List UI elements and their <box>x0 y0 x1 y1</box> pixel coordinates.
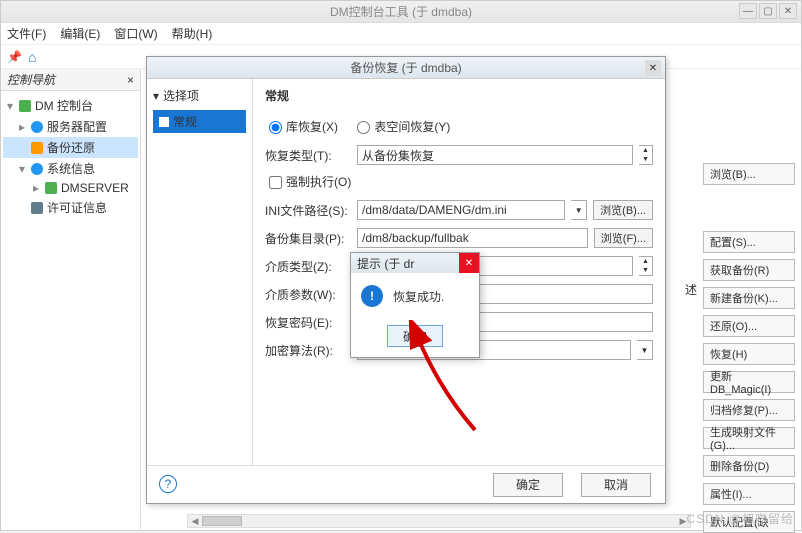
nav-panel: 控制导航 × ▾DM 控制台 ▸服务器配置 备份还原 ▾系统信息 ▸DMSERV… <box>1 69 141 530</box>
get-backup-button[interactable]: 获取备份(R) <box>703 259 795 281</box>
force-exec-checkbox[interactable]: 强制执行(O) <box>269 175 351 189</box>
window-controls: — ▢ ✕ <box>739 3 797 19</box>
crypto-dropdown-icon[interactable]: ▼ <box>637 340 653 360</box>
recover-button[interactable]: 恢复(H) <box>703 343 795 365</box>
message-dialog: 提示 (于 dr ✕ ! 恢复成功. 确定 <box>350 252 480 358</box>
dialog-close-icon[interactable]: ✕ <box>645 60 661 76</box>
ini-path-field[interactable] <box>357 200 565 220</box>
minimize-button[interactable]: — <box>739 3 757 19</box>
tree-server-config[interactable]: ▸服务器配置 <box>3 116 138 137</box>
backup-dir-label: 备份集目录(P): <box>265 230 351 247</box>
menubar: 文件(F) 编辑(E) 窗口(W) 帮助(H) <box>1 23 801 45</box>
server-icon <box>19 100 31 112</box>
dialog-ok-button[interactable]: 确定 <box>493 473 563 497</box>
info-icon <box>31 163 43 175</box>
backup-dir-field[interactable] <box>357 228 588 248</box>
crypto-label: 加密算法(R): <box>265 342 351 359</box>
recover-pwd-label: 恢复密码(E): <box>265 314 351 331</box>
toolbar-pin-icon[interactable]: 📌 <box>7 50 22 64</box>
dialog-sidebar-header: ▾选择项 <box>153 87 246 104</box>
ini-browse-button[interactable]: 浏览(B)... <box>593 200 653 220</box>
new-backup-button[interactable]: 新建备份(K)... <box>703 287 795 309</box>
gen-map-button[interactable]: 生成映射文件(G)... <box>703 427 795 449</box>
update-magic-button[interactable]: 更新DB_Magic(I) <box>703 371 795 393</box>
config-button[interactable]: 配置(S)... <box>703 231 795 253</box>
menu-edit[interactable]: 编辑(E) <box>60 25 100 42</box>
dialog-cancel-button[interactable]: 取消 <box>581 473 651 497</box>
section-title: 常规 <box>265 87 653 104</box>
radio-lib-recover[interactable]: 库恢复(X) <box>269 120 338 134</box>
message-close-icon[interactable]: ✕ <box>459 253 479 273</box>
restore-button[interactable]: 还原(O)... <box>703 315 795 337</box>
nav-tree: ▾DM 控制台 ▸服务器配置 备份还原 ▾系统信息 ▸DMSERVER 许可证信… <box>1 91 140 222</box>
dialog-titlebar: 备份恢复 (于 dmdba) ✕ <box>147 57 665 79</box>
tree-sys-info[interactable]: ▾系统信息 <box>3 158 138 179</box>
tree-backup-restore[interactable]: 备份还原 <box>3 137 138 158</box>
recover-type-stepper[interactable]: ▲▼ <box>639 145 653 165</box>
menu-file[interactable]: 文件(F) <box>7 25 46 42</box>
dialog-footer: ? 确定 取消 <box>147 465 665 503</box>
recover-type-field[interactable] <box>357 145 633 165</box>
browse-b-button[interactable]: 浏览(B)... <box>703 163 795 185</box>
media-param-label: 介质参数(W): <box>265 286 351 303</box>
help-icon[interactable]: ? <box>159 475 177 493</box>
recover-type-label: 恢复类型(T): <box>265 147 351 164</box>
message-ok-button[interactable]: 确定 <box>387 325 443 347</box>
tree-root[interactable]: ▾DM 控制台 <box>3 95 138 116</box>
maximize-button[interactable]: ▢ <box>759 3 777 19</box>
scroll-left-icon[interactable]: ◀ <box>188 516 202 527</box>
page-icon <box>159 117 169 127</box>
tree-dmserver[interactable]: ▸DMSERVER <box>3 179 138 197</box>
info-circle-icon: ! <box>361 285 383 307</box>
nav-close-icon[interactable]: × <box>127 73 134 87</box>
properties-button[interactable]: 属性(I)... <box>703 483 795 505</box>
server-icon <box>45 182 57 194</box>
archive-fix-button[interactable]: 归档修复(P)... <box>703 399 795 421</box>
column-desc-label: 述 <box>685 281 697 298</box>
media-type-stepper[interactable]: ▲▼ <box>639 256 653 276</box>
tree-license[interactable]: 许可证信息 <box>3 197 138 218</box>
ini-path-label: INI文件路径(S): <box>265 202 351 219</box>
radio-tbs-recover[interactable]: 表空间恢复(Y) <box>357 120 450 134</box>
menu-window[interactable]: 窗口(W) <box>114 25 157 42</box>
sidebar-item-general[interactable]: 常规 <box>153 110 246 133</box>
main-titlebar: DM控制台工具 (于 dmdba) — ▢ ✕ <box>1 1 801 23</box>
main-title: DM控制台工具 (于 dmdba) <box>330 3 472 20</box>
message-titlebar: 提示 (于 dr ✕ <box>351 253 479 273</box>
menu-help[interactable]: 帮助(H) <box>172 25 213 42</box>
horizontal-scrollbar[interactable]: ◀ ▶ <box>187 514 691 528</box>
gear-icon <box>31 121 43 133</box>
delete-backup-button[interactable]: 删除备份(D) <box>703 455 795 477</box>
backup-icon <box>31 142 43 154</box>
message-title: 提示 (于 dr <box>357 255 414 272</box>
message-text: 恢复成功. <box>393 288 444 305</box>
scroll-thumb[interactable] <box>202 516 242 526</box>
home-icon[interactable]: ⌂ <box>28 49 36 65</box>
nav-header: 控制导航 × <box>1 69 140 91</box>
license-icon <box>31 202 43 214</box>
backup-browse-button[interactable]: 浏览(F)... <box>594 228 653 248</box>
dialog-sidebar: ▾选择项 常规 <box>147 79 253 465</box>
media-type-label: 介质类型(Z): <box>265 258 351 275</box>
recover-mode-radios: 库恢复(X) 表空间恢复(Y) <box>265 118 653 135</box>
ini-path-dropdown-icon[interactable]: ▼ <box>571 200 587 220</box>
side-button-panel: 浏览(B)... 配置(S)... 获取备份(R) 新建备份(K)... 还原(… <box>703 163 795 533</box>
dialog-title: 备份恢复 (于 dmdba) <box>350 59 461 76</box>
nav-header-label: 控制导航 <box>7 71 55 88</box>
close-button[interactable]: ✕ <box>779 3 797 19</box>
watermark: CSDN @初吻留给 <box>686 510 794 527</box>
